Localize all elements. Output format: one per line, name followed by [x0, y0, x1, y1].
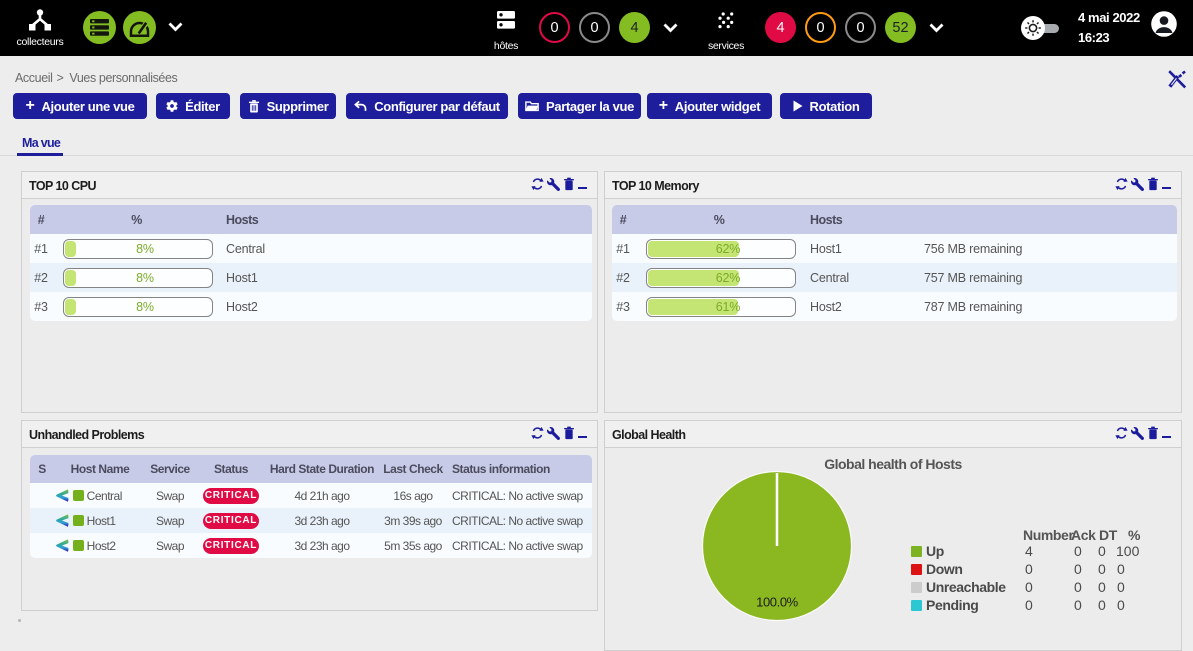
svg-text:100.0%: 100.0%: [756, 595, 799, 610]
